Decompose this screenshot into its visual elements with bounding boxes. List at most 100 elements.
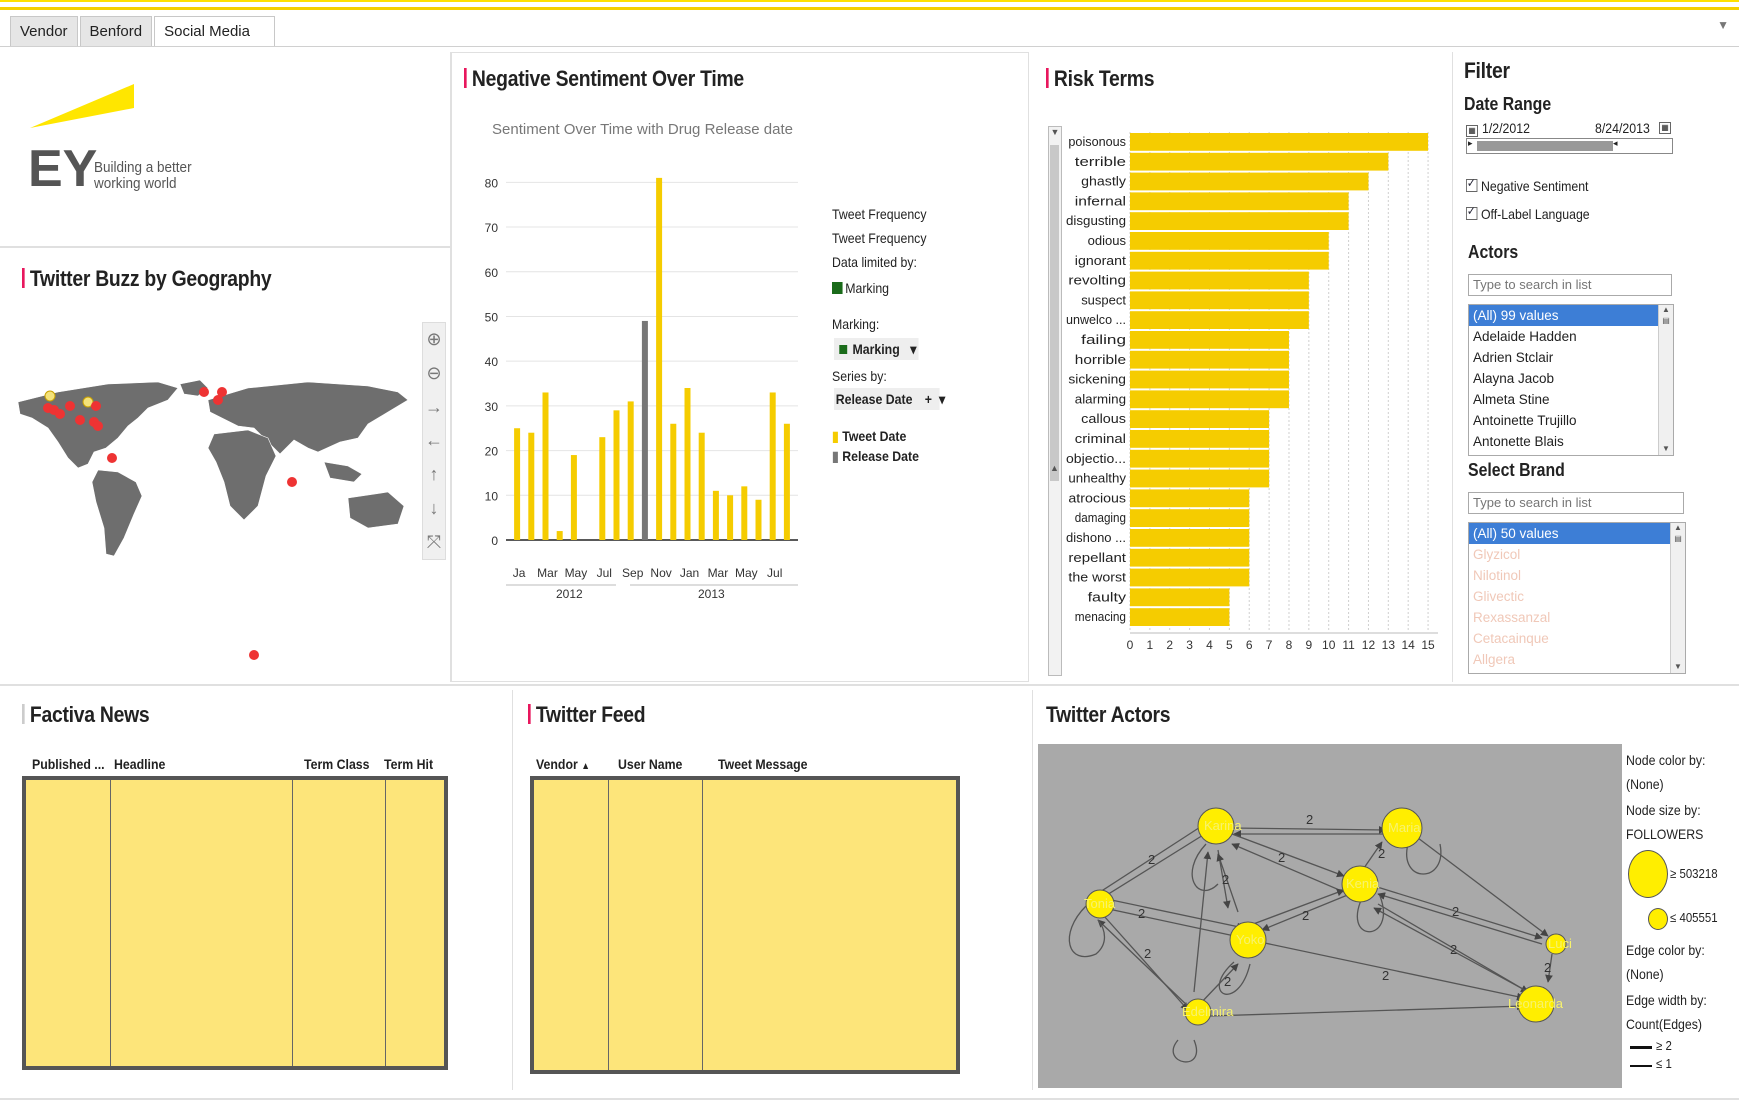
tweet-date-bar[interactable] bbox=[712, 490, 719, 540]
scroll-up-icon[interactable]: ▼ bbox=[1049, 127, 1061, 137]
legend-key-release-date[interactable]: ▮ Release Date bbox=[832, 448, 919, 465]
tweet-date-bar[interactable] bbox=[769, 392, 776, 540]
tab-social-media[interactable]: Social Media bbox=[154, 16, 275, 46]
risk-scrollbar[interactable]: ▼ ▲ bbox=[1048, 126, 1062, 676]
list-item[interactable]: Glyzicol bbox=[1469, 544, 1685, 565]
column-header-published[interactable]: Published ... bbox=[32, 756, 105, 772]
risk-term-bar[interactable] bbox=[1130, 251, 1329, 270]
list-item[interactable]: Almeta Stine bbox=[1469, 389, 1673, 410]
pan-down-icon[interactable]: ↓ bbox=[430, 498, 439, 519]
risk-term-bar[interactable] bbox=[1130, 192, 1349, 211]
tweet-date-bar[interactable] bbox=[698, 432, 705, 540]
release-date-bar[interactable] bbox=[641, 320, 648, 540]
risk-term-bar[interactable] bbox=[1130, 489, 1250, 508]
column-header-headline[interactable]: Headline bbox=[114, 756, 165, 772]
scroll-thumb[interactable] bbox=[1050, 145, 1059, 481]
list-item[interactable]: (All) 50 values bbox=[1469, 523, 1685, 544]
brand-scrollbar[interactable]: ▲ ▤ ▼ bbox=[1670, 523, 1685, 673]
tweet-date-bar[interactable] bbox=[542, 392, 549, 540]
tweet-date-bar[interactable] bbox=[741, 486, 748, 540]
risk-term-bar[interactable] bbox=[1130, 548, 1250, 567]
risk-term-bar[interactable] bbox=[1130, 588, 1230, 607]
list-item[interactable]: Adrien Stclair bbox=[1469, 347, 1673, 368]
tweet-date-bar[interactable] bbox=[755, 499, 762, 540]
tweet-date-bar[interactable] bbox=[727, 495, 734, 540]
tweet-point[interactable] bbox=[217, 387, 227, 397]
scroll-down-icon[interactable]: ▼ bbox=[1671, 662, 1685, 671]
brand-search-input[interactable] bbox=[1468, 492, 1684, 514]
series-dropdown[interactable]: Release Date + ▾ bbox=[834, 388, 945, 410]
scroll-down-icon[interactable]: ▲ bbox=[1050, 463, 1059, 473]
column-header-term-class[interactable]: Term Class bbox=[304, 756, 370, 772]
scroll-up-icon[interactable]: ▲ bbox=[1659, 305, 1673, 314]
tweet-date-bar[interactable] bbox=[570, 455, 577, 540]
tweet-point[interactable] bbox=[93, 421, 103, 431]
risk-term-bar[interactable] bbox=[1130, 469, 1270, 488]
tweet-point[interactable] bbox=[44, 390, 56, 402]
risk-term-bar[interactable] bbox=[1130, 529, 1250, 547]
risk-term-bar[interactable] bbox=[1130, 172, 1369, 191]
tab-menu-chevron-icon[interactable]: ▼ bbox=[1717, 18, 1729, 32]
risk-term-bar[interactable] bbox=[1130, 133, 1429, 151]
zoom-out-icon[interactable]: ⊖ bbox=[426, 363, 441, 384]
risk-term-bar[interactable] bbox=[1130, 152, 1389, 171]
date-from[interactable]: 1/2/2012 bbox=[1482, 120, 1530, 136]
date-to[interactable]: 8/24/2013 bbox=[1595, 120, 1650, 136]
brand-list[interactable]: (All) 50 values Glyzicol Nilotinol Glivecti… bbox=[1468, 522, 1686, 674]
list-item[interactable]: Adelaide Hadden bbox=[1469, 326, 1673, 347]
tweet-date-bar[interactable] bbox=[556, 531, 563, 540]
tweet-date-bar[interactable] bbox=[670, 423, 677, 540]
pan-up-icon[interactable]: ↑ bbox=[430, 464, 439, 485]
scroll-thumb[interactable]: ▤ bbox=[1659, 316, 1673, 325]
tweet-date-bar[interactable] bbox=[656, 177, 663, 540]
tweet-point[interactable] bbox=[199, 387, 209, 397]
risk-term-bar[interactable] bbox=[1130, 430, 1270, 448]
risk-term-bar[interactable] bbox=[1130, 232, 1329, 250]
marking-dropdown[interactable]: Marking ▾ bbox=[834, 338, 919, 360]
pan-right-icon[interactable]: → bbox=[425, 397, 443, 418]
risk-term-bar[interactable] bbox=[1130, 608, 1230, 626]
tweet-date-bar[interactable] bbox=[599, 437, 606, 540]
risk-term-bar[interactable] bbox=[1130, 449, 1270, 468]
tweet-point[interactable] bbox=[287, 477, 297, 487]
column-header-tweet-message[interactable]: Tweet Message bbox=[718, 756, 807, 772]
sort-ascending-icon[interactable]: ▲ bbox=[581, 761, 590, 772]
tweet-date-bar[interactable] bbox=[783, 423, 790, 540]
date-range-track[interactable]: ▸ ◂ bbox=[1466, 138, 1673, 154]
risk-term-bar[interactable] bbox=[1130, 212, 1349, 230]
tab-vendor[interactable]: Vendor bbox=[10, 16, 78, 46]
slider-handle-left-icon[interactable]: ▸ bbox=[1468, 138, 1473, 149]
negative-sentiment-checkbox[interactable]: Negative Sentiment bbox=[1466, 176, 1588, 194]
list-item[interactable]: Alayna Jacob bbox=[1469, 368, 1673, 389]
list-item[interactable]: Nilotinol bbox=[1469, 565, 1685, 586]
scroll-thumb[interactable]: ▤ bbox=[1671, 534, 1685, 543]
tweet-date-bar[interactable] bbox=[684, 388, 691, 540]
tweet-point[interactable] bbox=[91, 401, 101, 411]
actors-list[interactable]: (All) 99 values Adelaide Hadden Adrien Stc… bbox=[1468, 304, 1674, 456]
column-header-user-name[interactable]: User Name bbox=[618, 756, 682, 772]
pan-left-icon[interactable]: ← bbox=[425, 430, 443, 451]
fit-map-icon[interactable]: ⤧ bbox=[427, 532, 441, 553]
list-item[interactable]: Cetacainque bbox=[1469, 628, 1685, 649]
list-item[interactable]: Allgera bbox=[1469, 649, 1685, 670]
risk-term-bar[interactable] bbox=[1130, 568, 1250, 587]
risk-term-bar[interactable] bbox=[1130, 390, 1289, 409]
list-item[interactable]: Glivectic bbox=[1469, 586, 1685, 607]
zoom-in-icon[interactable]: ⊕ bbox=[426, 329, 441, 350]
world-map[interactable] bbox=[17, 378, 420, 608]
risk-term-bar[interactable] bbox=[1130, 370, 1289, 389]
legend-marking-item[interactable]: Marking bbox=[832, 280, 889, 296]
tweet-point-outlier[interactable] bbox=[249, 650, 259, 660]
tweet-date-bar[interactable] bbox=[514, 428, 521, 540]
calendar-icon[interactable]: ▦ bbox=[1466, 125, 1478, 137]
column-header-vendor[interactable]: Vendor ▲ bbox=[536, 756, 590, 772]
tab-benford[interactable]: Benford bbox=[79, 16, 153, 46]
risk-term-bar[interactable] bbox=[1130, 410, 1270, 428]
tweet-point[interactable] bbox=[65, 401, 75, 411]
column-header-term-hit[interactable]: Term Hit bbox=[384, 756, 433, 772]
scroll-up-icon[interactable]: ▲ bbox=[1671, 523, 1685, 532]
sentiment-chart[interactable]: Sentiment Over Time with Drug Release da… bbox=[470, 120, 830, 680]
actors-scrollbar[interactable]: ▲ ▤ ▼ bbox=[1658, 305, 1673, 455]
factiva-table[interactable] bbox=[22, 776, 448, 1070]
tweet-date-bar[interactable] bbox=[613, 410, 620, 540]
